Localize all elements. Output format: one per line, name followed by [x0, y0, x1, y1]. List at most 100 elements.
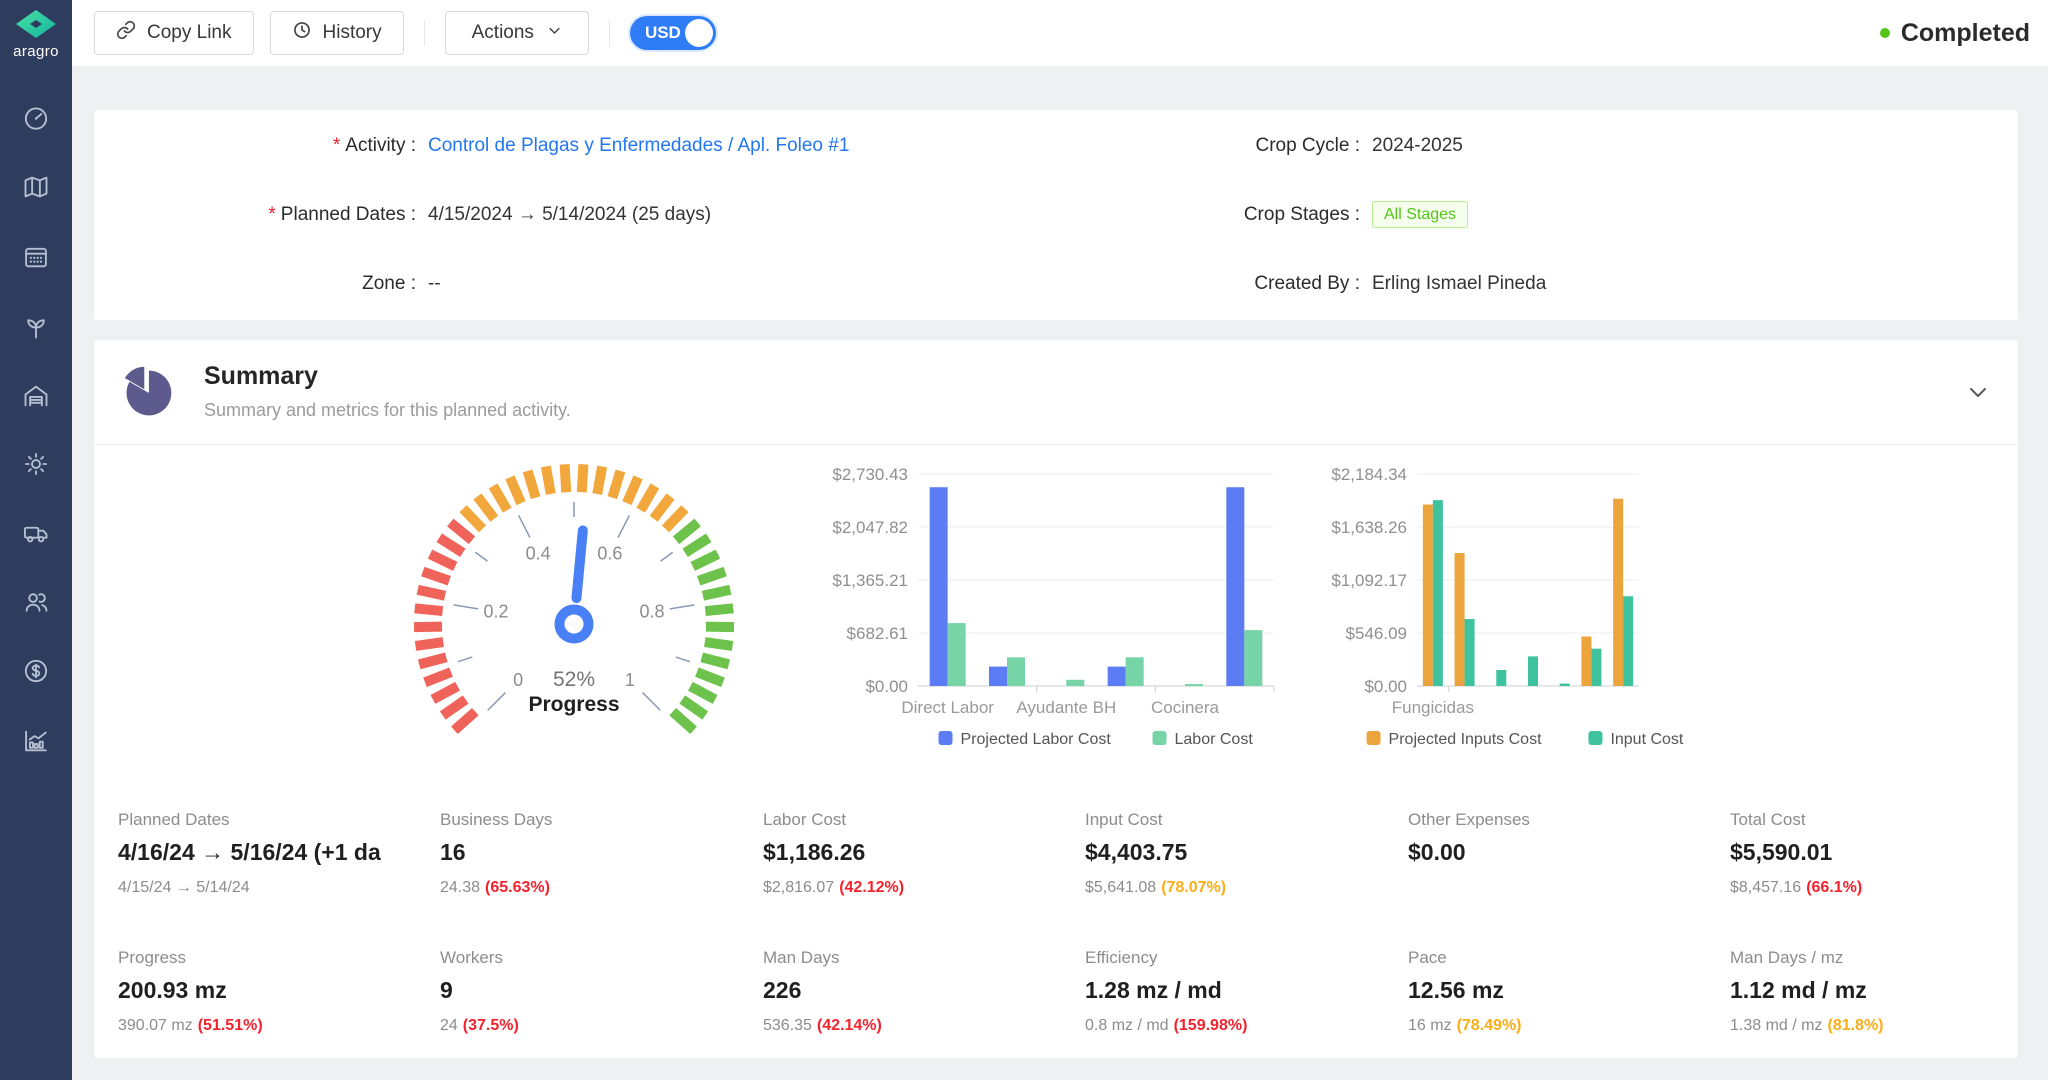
copy-link-button[interactable]: Copy Link: [94, 11, 254, 55]
collapse-chevron-icon[interactable]: [1966, 380, 1990, 404]
summary-header: Summary Summary and metrics for this pla…: [94, 340, 2018, 445]
metric-value: 16: [440, 839, 742, 866]
machinery-icon: [22, 519, 50, 547]
metric-label: Efficiency: [1085, 948, 1390, 968]
sidebar-item-machinery[interactable]: [22, 519, 50, 547]
metric-value: 1.12 md / mz: [1730, 977, 2032, 1004]
summary-card: Summary Summary and metrics for this pla…: [94, 340, 2018, 1058]
sidebar-item-workers[interactable]: [22, 588, 50, 616]
actions-label: Actions: [472, 22, 534, 44]
svg-text:Fungicidas: Fungicidas: [1392, 698, 1474, 717]
svg-text:0.8: 0.8: [640, 602, 665, 622]
progress-gauge: 00.20.40.60.8152%Progress: [394, 446, 754, 761]
metric-cell: Labor Cost$1,186.26$2,816.07(42.12%): [763, 810, 1068, 898]
metric-value: $5,590.01: [1730, 839, 2032, 866]
metric-percent: (159.98%): [1174, 1017, 1248, 1034]
metric-percent: (51.51%): [198, 1017, 263, 1034]
metric-percent: (42.12%): [839, 879, 904, 896]
metric-cell: Efficiency1.28 mz / md0.8 mz / md(159.98…: [1085, 948, 1390, 1036]
metric-label: Progress: [118, 948, 423, 968]
svg-text:$2,730.43: $2,730.43: [832, 465, 908, 484]
metric-cell: Business Days 16 24.38(65.63%): [440, 810, 745, 898]
input-cost-chart: $2,184.34$1,638.26$1,092.17$546.09$0.00F…: [1305, 458, 1705, 763]
settings-icon: [22, 450, 50, 478]
svg-text:$2,047.82: $2,047.82: [832, 518, 908, 537]
activity-details-card: *Activity :Control de Plagas y Enfermeda…: [94, 110, 2018, 320]
actions-button[interactable]: Actions: [445, 11, 589, 55]
svg-text:Projected Labor Cost: Projected Labor Cost: [961, 731, 1112, 748]
crop-stages-badge: All Stages: [1372, 201, 1468, 228]
metric-value: 226: [763, 977, 1065, 1004]
svg-text:1: 1: [625, 670, 635, 690]
svg-text:Direct Labor: Direct Labor: [901, 698, 994, 717]
metric-sub: $5,641.08(78.07%): [1085, 879, 1390, 898]
svg-text:0: 0: [513, 670, 523, 690]
gauge-title: Progress: [528, 693, 619, 716]
sidebar-item-calendar[interactable]: [22, 243, 50, 271]
bar-chart-svg: $2,730.43$2,047.82$1,365.21$682.61$0.00D…: [800, 458, 1312, 758]
svg-text:$546.09: $546.09: [1346, 624, 1407, 643]
calendar-icon: [22, 243, 50, 271]
metric-cell: Man Days 226 536.35(42.14%): [763, 948, 1068, 1036]
detail-row: Crop Cycle :2024-2025: [94, 132, 2018, 160]
pie-chart-icon: [120, 365, 176, 421]
sidebar-item-reports[interactable]: [22, 727, 50, 755]
metric-value: 200.93 mz: [118, 977, 420, 1004]
metric-label: Workers: [440, 948, 745, 968]
chevron-down-icon: [547, 22, 562, 44]
gauge-value-label: 52%: [553, 668, 595, 691]
logo-text: aragro: [0, 43, 72, 60]
history-label: History: [323, 22, 382, 44]
topbar: Copy Link History Actions USD Completed: [72, 0, 2048, 66]
sidebar-item-settings[interactable]: [22, 450, 50, 478]
svg-text:Cocinera: Cocinera: [1151, 698, 1220, 717]
metric-value: $0.00: [1408, 839, 1710, 866]
gauge-svg: 00.20.40.60.8152%Progress: [394, 446, 754, 761]
metric-sub: $2,816.07(42.12%): [763, 879, 1068, 898]
history-button[interactable]: History: [270, 11, 404, 55]
detail-value: 2024-2025: [1372, 132, 1463, 160]
metric-cell: Man Days / mz1.12 md / mz1.38 md / mz(81…: [1730, 948, 2035, 1036]
status-dot-icon: [1880, 28, 1890, 38]
sidebar: aragro: [0, 0, 72, 1080]
history-clock-icon: [292, 20, 312, 46]
metric-value: 9: [440, 977, 742, 1004]
status-badge: Completed: [1880, 19, 2030, 48]
status-label: Completed: [1901, 19, 2030, 48]
sidebar-item-maps[interactable]: [22, 173, 50, 201]
summary-title: Summary: [204, 362, 318, 391]
finance-icon: [22, 657, 50, 685]
link-icon: [116, 20, 136, 46]
metric-label: Other Expenses: [1408, 810, 1713, 830]
metric-cell: Input Cost$4,403.75$5,641.08(78.07%): [1085, 810, 1390, 898]
svg-text:0.6: 0.6: [597, 544, 622, 564]
metric-percent: (37.5%): [463, 1017, 519, 1034]
metric-percent: (81.8%): [1827, 1017, 1883, 1034]
metric-cell: Other Expenses $0.00: [1408, 810, 1713, 898]
toolbar-divider: [609, 20, 610, 46]
metric-cell: Progress 200.93 mz 390.07 mz(51.51%): [118, 948, 423, 1036]
currency-toggle[interactable]: USD: [630, 16, 716, 50]
summary-subtitle: Summary and metrics for this planned act…: [204, 400, 571, 421]
metric-label: Man Days: [763, 948, 1068, 968]
detail-value: Erling Ismael Pineda: [1372, 270, 1546, 298]
sidebar-item-dashboard[interactable]: [22, 104, 50, 132]
svg-text:$682.61: $682.61: [847, 624, 908, 643]
metric-label: Total Cost: [1730, 810, 2035, 830]
workers-icon: [22, 588, 50, 616]
sidebar-item-finance[interactable]: [22, 657, 50, 685]
metric-label: Man Days / mz: [1730, 948, 2035, 968]
metric-sub: 4/15/24 → 5/14/24: [118, 879, 423, 898]
metric-sub: 390.07 mz(51.51%): [118, 1017, 423, 1036]
maps-icon: [22, 173, 50, 201]
aragro-logo: aragro: [0, 7, 72, 60]
svg-text:Input Cost: Input Cost: [1610, 731, 1683, 748]
metric-sub: 24.38(65.63%): [440, 879, 745, 898]
metric-label: Business Days: [440, 810, 745, 830]
sidebar-item-crops[interactable]: [22, 313, 50, 341]
metric-value: 12.56 mz: [1408, 977, 1710, 1004]
svg-text:$0.00: $0.00: [1364, 677, 1407, 696]
metric-sub: 16 mz(78.49%): [1408, 1017, 1713, 1036]
metric-sub: 536.35(42.14%): [763, 1017, 1068, 1036]
sidebar-item-warehouse[interactable]: [22, 382, 50, 410]
